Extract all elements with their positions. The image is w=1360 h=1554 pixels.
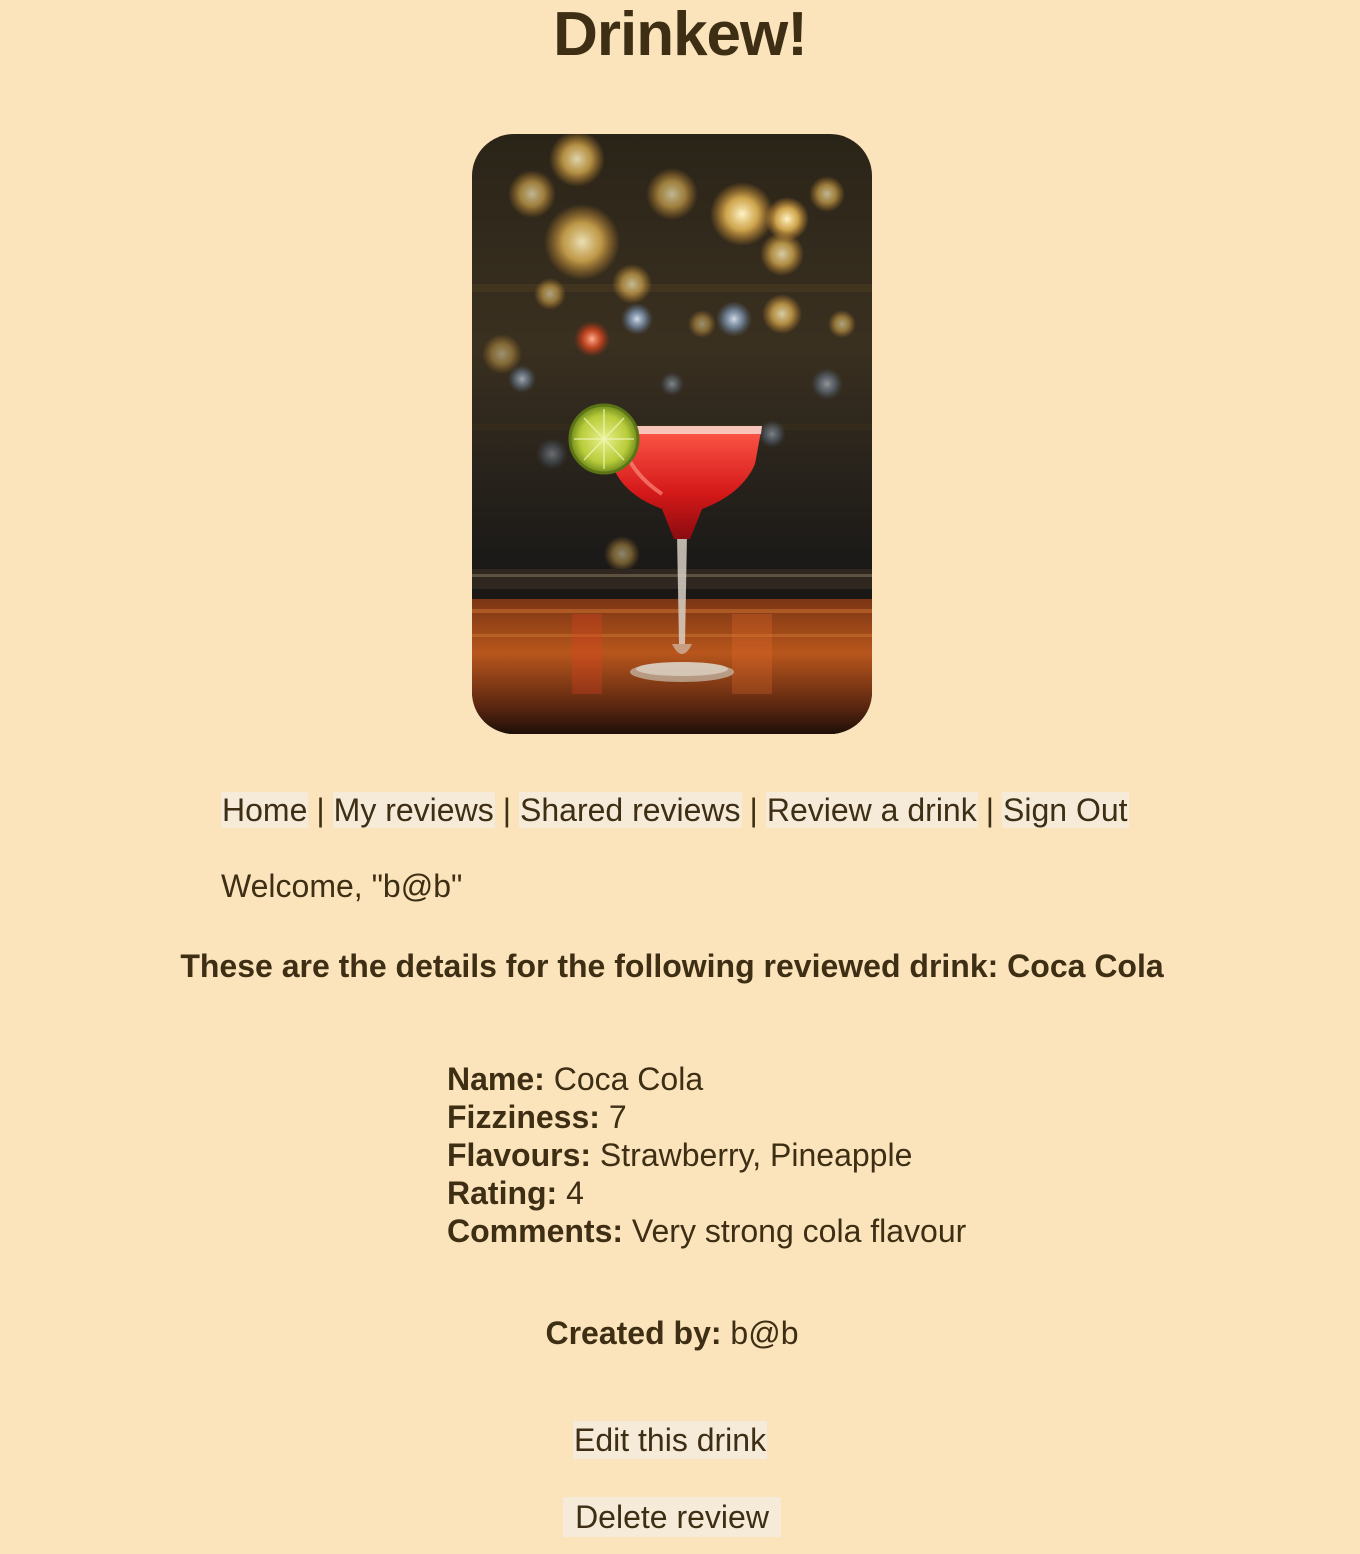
drink-details: Name: Coca Cola Fizziness: 7 Flavours: S…: [447, 1060, 966, 1250]
created-by-value: b@b: [730, 1315, 799, 1351]
main-nav: Home | My reviews | Shared reviews | Review a …: [221, 788, 1129, 832]
nav-my-reviews-link[interactable]: My reviews: [332, 792, 495, 828]
page-title: Drinkew!: [553, 0, 808, 69]
created-by: Created by: b@b: [0, 1313, 1344, 1353]
detail-label: Comments:: [447, 1213, 624, 1249]
nav-shared-reviews-link[interactable]: Shared reviews: [519, 792, 742, 828]
detail-rating-row: Rating: 4: [447, 1174, 966, 1212]
detail-label: Name:: [447, 1061, 545, 1097]
nav-review-a-drink-link[interactable]: Review a drink: [765, 792, 978, 828]
nav-separator: |: [316, 792, 325, 828]
detail-rating-value: 4: [566, 1175, 584, 1211]
edit-drink-link[interactable]: Edit this drink: [573, 1421, 768, 1459]
created-by-label: Created by:: [545, 1315, 722, 1351]
detail-comments-row: Comments: Very strong cola flavour: [447, 1212, 966, 1250]
details-heading: These are the details for the following …: [180, 948, 1164, 984]
detail-flavours-row: Flavours: Strawberry, Pineapple: [447, 1136, 966, 1174]
delete-review-button[interactable]: Delete review: [563, 1497, 781, 1537]
welcome-message: Welcome, "b@b": [221, 868, 463, 904]
detail-label: Rating:: [447, 1175, 558, 1211]
detail-label: Flavours:: [447, 1137, 592, 1173]
nav-home-link[interactable]: Home: [221, 792, 309, 828]
hero-image: [472, 134, 872, 734]
cocktail-illustration: [472, 134, 872, 734]
detail-name-row: Name: Coca Cola: [447, 1060, 966, 1098]
detail-label: Fizziness:: [447, 1099, 600, 1135]
nav-separator: |: [502, 792, 511, 828]
detail-fizziness-value: 7: [608, 1099, 627, 1135]
nav-separator: |: [985, 792, 995, 828]
detail-comments-value: Very strong cola flavour: [631, 1213, 967, 1249]
nav-separator: |: [749, 792, 758, 828]
detail-flavours-value: Strawberry, Pineapple: [599, 1137, 913, 1173]
detail-fizziness-row: Fizziness: 7: [447, 1098, 966, 1136]
nav-sign-out-link[interactable]: Sign Out: [1002, 792, 1129, 828]
detail-name-value: Coca Cola: [553, 1061, 704, 1097]
